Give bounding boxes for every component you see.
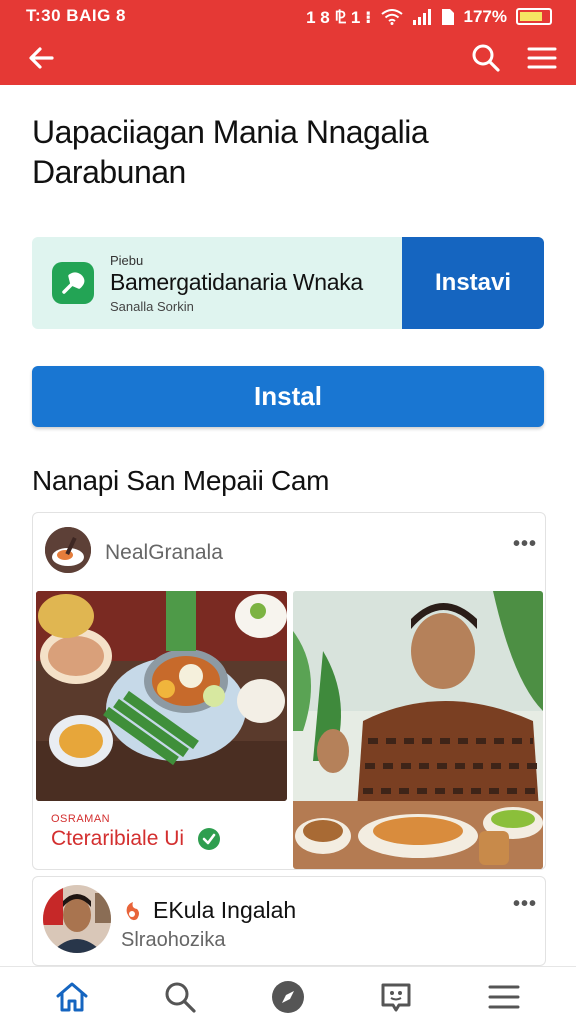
menu-icon[interactable] <box>522 38 562 78</box>
search-icon[interactable] <box>466 38 506 78</box>
author-avatar[interactable] <box>43 885 111 953</box>
food-image <box>36 591 287 801</box>
ad-card[interactable]: Piebu Bamergatidanaria Wnaka Sanalla Sor… <box>32 237 544 329</box>
flame-icon <box>126 901 139 920</box>
avatar-image <box>45 527 91 573</box>
status-bar: T:30 BAIG 8 1 8 ⅊ 1 ⁝ 177% <box>0 0 576 30</box>
verified-icon <box>198 828 221 850</box>
chat-icon[interactable] <box>376 977 416 1017</box>
post-caption-text: Cteraribiale Ui <box>51 827 185 850</box>
more-options-icon[interactable]: ••• <box>513 893 537 916</box>
battery-icon <box>516 8 552 25</box>
back-arrow-icon[interactable] <box>22 38 62 78</box>
sim-icon <box>441 8 454 25</box>
avatar-image <box>43 885 111 953</box>
ad-info: Piebu Bamergatidanaria Wnaka Sanalla Sor… <box>32 237 402 329</box>
post-card[interactable]: NealGranala ••• OSRAMAN Cteraribiale Ui <box>32 512 546 870</box>
status-time: T:30 BAIG 8 <box>26 6 126 25</box>
signal-icon <box>412 8 431 25</box>
home-icon[interactable] <box>52 977 92 1017</box>
ad-install-button[interactable]: Instavi <box>402 237 544 329</box>
author-name-text: EKula Ingalah <box>153 897 297 923</box>
compass-icon[interactable] <box>268 977 308 1017</box>
author-name[interactable]: EKula Ingalah <box>121 897 296 924</box>
menu-icon[interactable] <box>484 977 524 1017</box>
post-caption[interactable]: Cteraribiale Ui <box>51 827 221 851</box>
section-heading: Nanapi San Mepaii Cam <box>32 465 330 496</box>
status-icons: 1 8 ⅊ 1 ⁝ <box>306 8 372 27</box>
author-name[interactable]: NealGranala <box>105 541 223 565</box>
install-button[interactable]: Instal <box>32 366 544 427</box>
page-title: Uapaciiagan Mania Nnagalia Darabunan <box>32 114 429 190</box>
person-image <box>293 591 543 869</box>
author-avatar[interactable] <box>45 527 91 573</box>
app-logo-icon <box>52 262 94 304</box>
person-photo[interactable] <box>293 591 543 869</box>
battery-percent: 177% <box>463 6 507 26</box>
ad-sponsor-label: Piebu <box>110 253 144 268</box>
ad-subtitle: Sanalla Sorkin <box>110 299 194 314</box>
ad-app-name: Bamergatidanaria Wnaka <box>110 269 363 295</box>
search-icon[interactable] <box>160 977 200 1017</box>
post-tag: OSRAMAN <box>51 813 111 825</box>
top-app-bar: T:30 BAIG 8 1 8 ⅊ 1 ⁝ 177% <box>0 0 576 85</box>
app-bar <box>0 32 576 82</box>
post-card[interactable]: EKula Ingalah Slraohozika ••• <box>32 876 546 966</box>
wifi-icon <box>380 8 403 25</box>
author-handle: Slraohozika <box>121 929 226 951</box>
bottom-nav <box>0 966 576 1024</box>
food-photo[interactable] <box>36 591 287 801</box>
more-options-icon[interactable]: ••• <box>513 533 537 556</box>
status-indicators: 1 8 ⅊ 1 ⁝ 177% <box>306 5 552 28</box>
